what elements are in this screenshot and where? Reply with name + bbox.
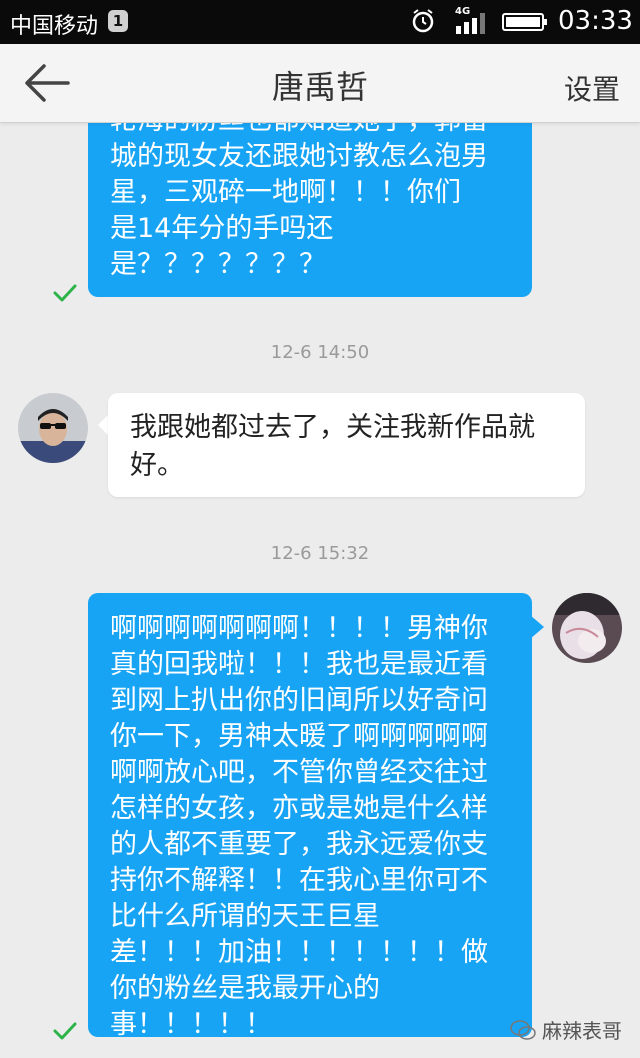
user-avatar-image — [552, 593, 622, 663]
sent-check-icon — [53, 284, 77, 302]
contact-avatar[interactable] — [18, 393, 88, 463]
message-text: 我跟她都过去了，关注我新作品就 好。 — [130, 412, 535, 481]
outgoing-bubble-tail — [530, 615, 544, 639]
status-bar: 中国移动 1 4G 03:33 — [0, 0, 640, 44]
alarm-icon — [412, 9, 434, 33]
signal-icon — [456, 13, 485, 34]
user-avatar[interactable] — [552, 593, 622, 663]
wechat-logo-icon — [510, 1019, 536, 1040]
carrier-name: 中国移动 — [10, 14, 99, 39]
battery-icon — [502, 13, 547, 31]
settings-button[interactable]: 设置 — [564, 68, 620, 108]
watermark: 麻辣表哥 — [510, 1015, 622, 1044]
incoming-message-bubble[interactable]: 我跟她都过去了，关注我新作品就 好。 — [108, 393, 585, 497]
outgoing-message-bubble[interactable]: 啊啊啊啊啊啊啊！！！！男神你 真的回我啦！！！我也是最近看 到网上扒出你的旧闻所… — [88, 593, 532, 1040]
message-text: 啊啊啊啊啊啊啊！！！！男神你 真的回我啦！！！我也是最近看 到网上扒出你的旧闻所… — [110, 613, 488, 1040]
chat-header: 唐禹哲 设置 — [0, 44, 640, 123]
notification-badge: 1 — [108, 10, 128, 32]
contact-name: 唐禹哲 — [271, 68, 368, 106]
contact-avatar-image — [18, 393, 88, 463]
watermark-text: 麻辣表哥 — [542, 1019, 622, 1043]
clock: 03:33 — [558, 6, 633, 36]
outgoing-message-bubble[interactable]: 轮海的粉丝也都知道她了，郭富 城的现女友还跟她讨教怎么泡男 星，三观碎一地啊！！… — [88, 123, 532, 297]
message-list[interactable]: 轮海的粉丝也都知道她了，郭富 城的现女友还跟她讨教怎么泡男 星，三观碎一地啊！！… — [0, 123, 640, 1058]
sent-check-icon — [53, 1022, 77, 1040]
message-text: 轮海的粉丝也都知道她了，郭富 城的现女友还跟她讨教怎么泡男 星，三观碎一地啊！！… — [110, 123, 488, 280]
message-timestamp: 12-6 15:32 — [270, 543, 370, 564]
message-timestamp: 12-6 14:50 — [270, 342, 370, 363]
